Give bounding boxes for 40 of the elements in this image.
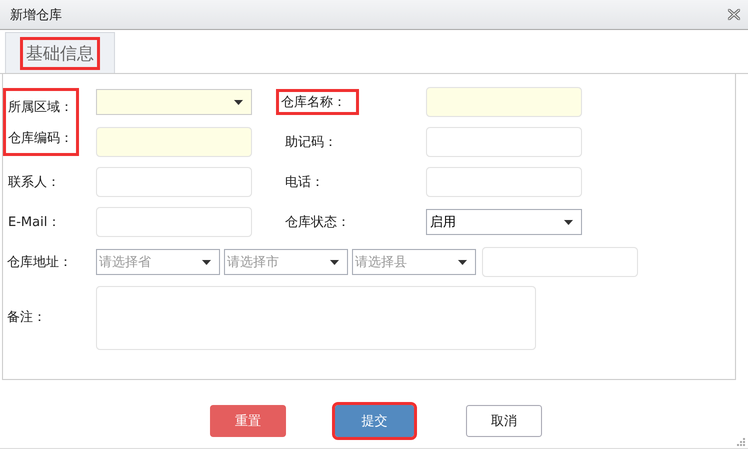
dropdown[interactable] — [96, 89, 252, 115]
caret-icon — [234, 100, 243, 104]
input-field[interactable] — [426, 167, 582, 197]
tab[interactable]: 基础信息 — [5, 32, 115, 73]
field-label: 联系人： — [7, 174, 61, 192]
dropdown-placeholder: 请选择市 — [227, 254, 279, 271]
button[interactable]: 提交 — [335, 405, 414, 437]
input-field[interactable] — [426, 127, 582, 157]
field-label: 仓库地址： — [7, 254, 73, 271]
caret-icon — [330, 260, 339, 264]
dropdown[interactable]: 请选择省 — [96, 249, 220, 275]
dropdown[interactable]: 请选择市 — [224, 249, 348, 275]
dropdown-placeholder: 请选择省 — [99, 254, 151, 271]
dropdown-value: 启用 — [430, 214, 456, 231]
dropdown-placeholder: 请选择县 — [355, 254, 407, 271]
button[interactable]: 取消 — [466, 405, 542, 437]
field-label: 备注： — [7, 309, 47, 326]
button[interactable]: 重置 — [210, 405, 286, 437]
input-field[interactable] — [482, 247, 638, 277]
resize-grip-icon[interactable] — [737, 438, 746, 447]
input-field[interactable] — [96, 167, 252, 197]
field-label: 电话： — [284, 174, 325, 192]
caret-icon — [202, 260, 211, 264]
field-label: 所属区域： — [3, 88, 79, 122]
window-title: 新增仓库 — [10, 6, 62, 24]
caret-icon — [564, 220, 573, 224]
input-field[interactable] — [96, 127, 252, 157]
input-field[interactable] — [426, 87, 582, 117]
dropdown[interactable]: 请选择县 — [352, 249, 476, 275]
field-label: 仓库编码： — [3, 122, 79, 156]
field-label: 仓库状态： — [284, 214, 351, 232]
field-label: 仓库名称： — [276, 89, 359, 115]
text-area[interactable] — [96, 286, 536, 350]
dropdown[interactable]: 启用 — [426, 209, 582, 235]
caret-icon — [458, 260, 467, 264]
tab-label: 基础信息 — [20, 36, 100, 70]
close-icon[interactable] — [728, 9, 740, 20]
input-field[interactable] — [96, 207, 252, 237]
field-label: 助记码： — [284, 134, 338, 152]
field-label: E-Mail： — [7, 214, 62, 232]
